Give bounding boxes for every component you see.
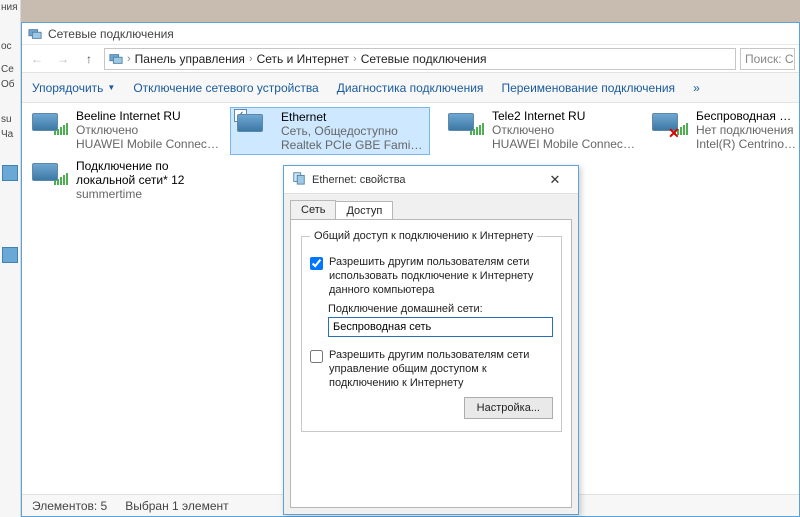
status-selected: Выбран 1 элемент [125, 499, 228, 513]
chevron-down-icon: ▼ [107, 83, 115, 92]
breadcrumb-icon [109, 52, 123, 66]
search-placeholder: Поиск: С [745, 52, 794, 66]
chevron-right-icon[interactable]: › [247, 53, 255, 65]
chevron-right-icon[interactable]: › [351, 53, 359, 65]
home-network-input[interactable] [328, 317, 553, 337]
connection-name: Tele2 Internet RU [492, 109, 638, 123]
window-icon [28, 27, 42, 41]
address-bar: ← → ↑ › Панель управления › Сеть и Интер… [22, 45, 799, 73]
connection-status: Отключено [76, 123, 222, 137]
tab-network[interactable]: Сеть [290, 200, 336, 219]
bg-text: su [0, 112, 20, 127]
adapter-icon [30, 109, 70, 149]
allow-control-checkbox[interactable] [310, 350, 323, 363]
connection-device: HUAWEI Mobile Connect - 3G Mo... [76, 137, 222, 151]
background-strip: ния ос Се Об su Ча [0, 0, 21, 517]
connection-status: summertime [76, 187, 222, 201]
tab-sharing[interactable]: Доступ [335, 201, 393, 220]
connection-name: Беспроводная сеть [696, 109, 797, 123]
adapter-icon: ✓ [235, 110, 275, 150]
connection-item[interactable]: Подключение по локальной сети* 12 summer… [26, 157, 226, 203]
more-commands-button[interactable]: » [693, 81, 700, 95]
connection-status: Отключено [492, 123, 638, 137]
bg-app-icon [2, 165, 18, 181]
rename-button[interactable]: Переименование подключения [501, 81, 675, 95]
dialog-title: Ethernet: свойства [312, 174, 406, 186]
bg-text: Об [0, 77, 20, 92]
titlebar[interactable]: Сетевые подключения [22, 23, 799, 45]
ics-group: Общий доступ к подключению к Интернету Р… [301, 230, 562, 432]
breadcrumb-item[interactable]: Сеть и Интернет [257, 52, 349, 66]
dialog-titlebar[interactable]: Ethernet: свойства ✕ [284, 166, 578, 194]
breadcrumb-item[interactable]: Панель управления [135, 52, 245, 66]
adapter-icon [30, 159, 70, 199]
ethernet-properties-dialog: Ethernet: свойства ✕ Сеть Доступ Общий д… [283, 165, 579, 515]
tab-body-sharing: Общий доступ к подключению к Интернету Р… [290, 219, 572, 508]
adapter-icon: ✕ [650, 109, 690, 149]
nav-forward-button[interactable]: → [52, 48, 74, 70]
connection-item-selected[interactable]: ✓ Ethernet Сеть, Общедоступно Realtek PC… [230, 107, 430, 155]
connection-name: Beeline Internet RU [76, 109, 222, 123]
adapter-icon [446, 109, 486, 149]
connection-name: Ethernet [281, 110, 425, 124]
bg-text: ния [0, 0, 20, 15]
breadcrumb[interactable]: › Панель управления › Сеть и Интернет › … [104, 48, 736, 70]
home-network-label: Подключение домашней сети: [328, 303, 553, 315]
window-title: Сетевые подключения [48, 27, 174, 41]
allow-control-label: Разрешить другим пользователям сети упра… [329, 349, 553, 390]
diagnose-button[interactable]: Диагностика подключения [337, 81, 484, 95]
disable-device-button[interactable]: Отключение сетевого устройства [133, 81, 318, 95]
settings-button[interactable]: Настройка... [464, 397, 553, 419]
allow-sharing-label: Разрешить другим пользователям сети испо… [329, 256, 553, 297]
command-bar: Упорядочить▼ Отключение сетевого устройс… [22, 73, 799, 103]
status-count: Элементов: 5 [32, 499, 107, 513]
chevron-right-icon[interactable]: › [125, 53, 133, 65]
bg-app-icon [2, 247, 18, 263]
bg-text: ос [0, 39, 20, 54]
organize-menu[interactable]: Упорядочить▼ [32, 81, 115, 95]
dialog-tabs: Сеть Доступ [284, 194, 578, 219]
connection-device: Intel(R) Centrino(R) Wireless-N [696, 137, 797, 151]
connection-name: Подключение по локальной сети* 12 [76, 159, 222, 187]
disconnected-icon: ✕ [668, 125, 680, 142]
dialog-icon [292, 171, 306, 188]
search-input[interactable]: Поиск: С [740, 48, 795, 70]
connection-item[interactable]: Beeline Internet RU Отключено HUAWEI Mob… [26, 107, 226, 153]
ics-legend: Общий доступ к подключению к Интернету [310, 230, 537, 242]
connection-device: HUAWEI Mobile Connect - 3G Mo... [492, 137, 638, 151]
connection-status: Сеть, Общедоступно [281, 124, 425, 138]
breadcrumb-item[interactable]: Сетевые подключения [361, 52, 487, 66]
bg-text: Се [0, 62, 20, 77]
nav-up-button[interactable]: ↑ [78, 48, 100, 70]
close-button[interactable]: ✕ [540, 170, 570, 190]
connection-item[interactable]: Tele2 Internet RU Отключено HUAWEI Mobil… [442, 107, 642, 153]
nav-back-button[interactable]: ← [26, 48, 48, 70]
connection-device: Realtek PCIe GBE Family Controller [281, 138, 425, 152]
connection-status: Нет подключения [696, 123, 797, 137]
connection-item[interactable]: ✕ Беспроводная сеть Нет подключения Inte… [646, 107, 799, 153]
allow-sharing-checkbox[interactable] [310, 257, 323, 270]
bg-text: Ча [0, 127, 20, 142]
